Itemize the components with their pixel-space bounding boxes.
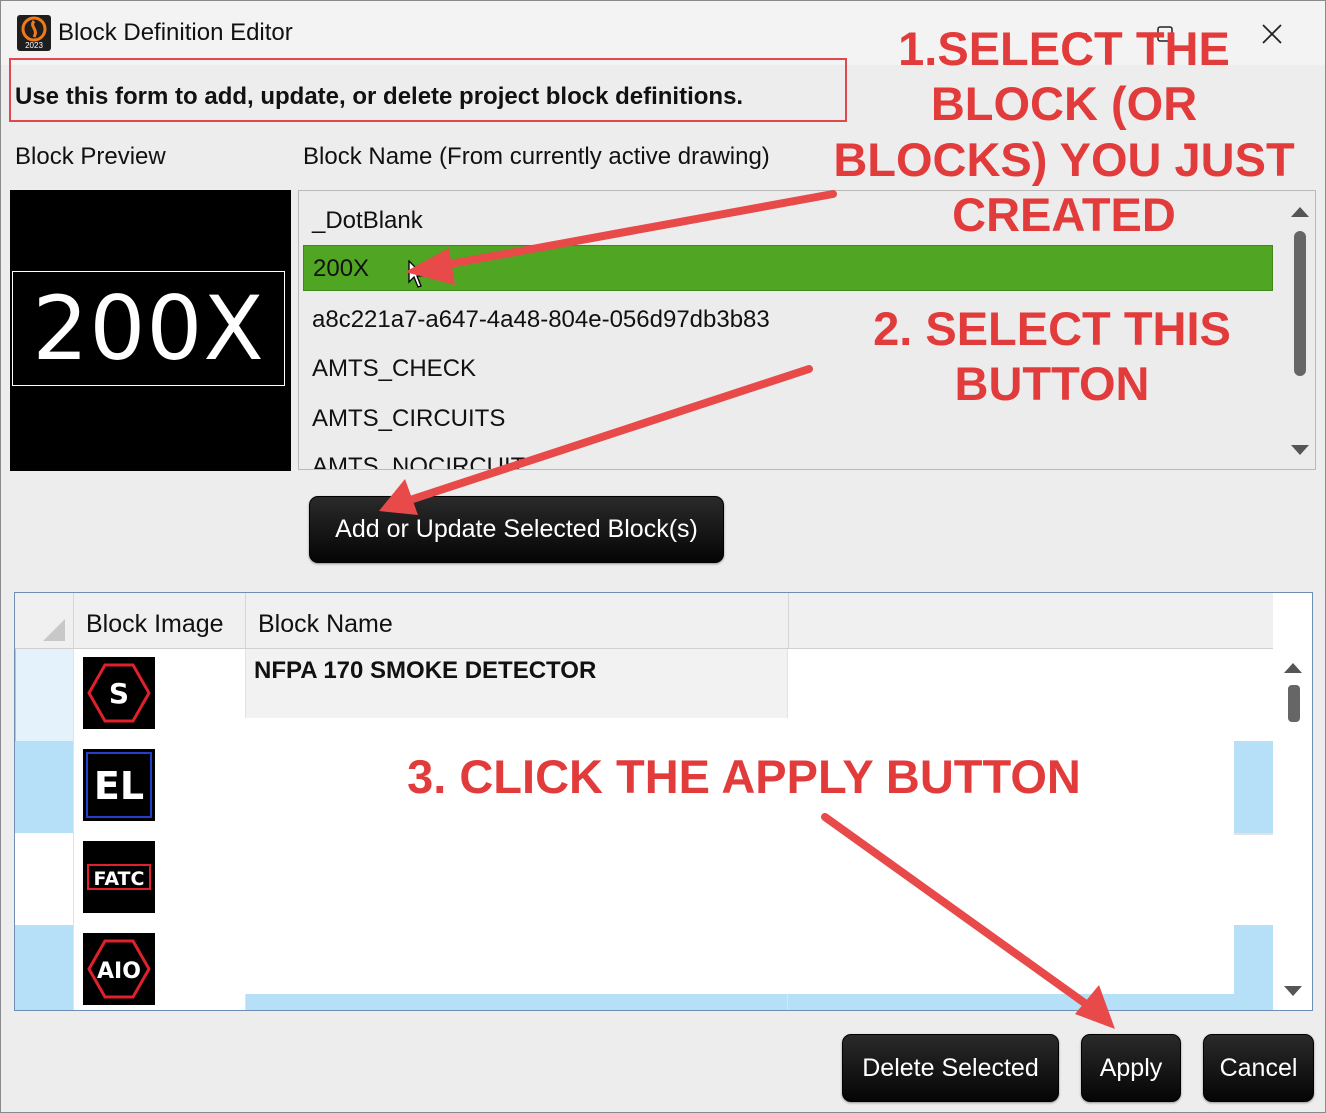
grid-header: Block Image Block Name — [15, 593, 1273, 649]
preview-text: 200X — [32, 277, 265, 380]
step1-annotation: 1.SELECT THE BLOCK (OR BLOCKS) YOU JUST … — [827, 21, 1301, 243]
svg-text:AIO: AIO — [97, 959, 141, 984]
cancel-button[interactable]: Cancel — [1203, 1034, 1314, 1102]
step2-line: BUTTON — [954, 357, 1150, 411]
window-title: Block Definition Editor — [58, 19, 293, 46]
preview-frame: 200X — [12, 271, 285, 386]
svg-text:FATC: FATC — [94, 868, 145, 890]
svg-text:S: S — [109, 677, 129, 710]
row-header[interactable] — [15, 741, 73, 833]
intro-text: Use this form to add, update, or delete … — [15, 83, 744, 110]
list-item-label: a8c221a7-a647-4a48-804e-056d97db3b83 — [312, 306, 770, 333]
column-header-empty — [788, 593, 1273, 648]
block-image-cell: S — [73, 649, 246, 741]
scroll-thumb[interactable] — [1294, 231, 1306, 376]
grid-scrollbar[interactable] — [1274, 648, 1312, 1010]
step1-line: 1.SELECT THE — [898, 22, 1230, 75]
app-year-label: 2023 — [25, 41, 43, 50]
fatc-icon: FATC — [83, 841, 155, 913]
mouse-cursor-icon — [408, 260, 426, 288]
block-image-cell: FATC — [73, 833, 246, 925]
smoke-detector-icon: S — [83, 657, 155, 729]
aio-icon: AIO — [83, 933, 155, 1005]
apply-button[interactable]: Apply — [1081, 1034, 1181, 1102]
column-header-block-name[interactable]: Block Name — [245, 593, 788, 648]
list-item-selected[interactable]: 200X — [303, 245, 1273, 291]
block-preview-label: Block Preview — [15, 143, 166, 170]
scroll-up-icon[interactable] — [1284, 663, 1302, 673]
add-update-block-button[interactable]: Add or Update Selected Block(s) — [309, 496, 724, 563]
block-image-cell: EL — [73, 741, 246, 833]
step2-line: 2. SELECT THIS — [873, 302, 1231, 355]
row-header[interactable] — [15, 649, 74, 741]
scroll-down-icon[interactable] — [1291, 445, 1309, 455]
svg-text:EL: EL — [94, 764, 144, 808]
block-preview: 200X — [10, 190, 291, 471]
scroll-down-icon[interactable] — [1284, 986, 1302, 996]
column-header-block-image[interactable]: Block Image — [73, 593, 245, 648]
row-header[interactable] — [15, 833, 73, 925]
list-item-label: AMTS_CHECK — [312, 355, 477, 382]
step2-annotation: 2. SELECT THIS BUTTON — [867, 301, 1237, 412]
row-header[interactable] — [15, 925, 73, 1010]
step3-annotation: 3. CLICK THE APPLY BUTTON — [407, 750, 1081, 803]
delete-selected-button[interactable]: Delete Selected — [842, 1034, 1059, 1102]
list-item[interactable]: AMTS_NOCIRCUIT — [303, 444, 1273, 470]
block-name-label: Block Name (From currently active drawin… — [303, 143, 770, 170]
scroll-thumb[interactable] — [1288, 685, 1300, 722]
app-logo-icon: 2023 — [17, 15, 51, 51]
select-all-corner-icon[interactable] — [43, 619, 65, 641]
list-item-label: _DotBlank — [312, 207, 423, 234]
el-icon: EL — [83, 749, 155, 821]
list-item-label: AMTS_CIRCUITS — [312, 405, 506, 432]
list-item-label: 200X — [313, 255, 370, 282]
list-item-label: AMTS_NOCIRCUIT — [312, 453, 526, 470]
step1-line: BLOCKS) YOU JUST — [833, 132, 1295, 186]
step1-line: CREATED — [952, 188, 1176, 242]
step1-line: BLOCK (OR — [930, 77, 1198, 131]
block-definition-editor-window: 2023 Block Definition Editor Use this fo… — [0, 0, 1326, 1113]
block-image-cell: AIO — [73, 925, 246, 1010]
